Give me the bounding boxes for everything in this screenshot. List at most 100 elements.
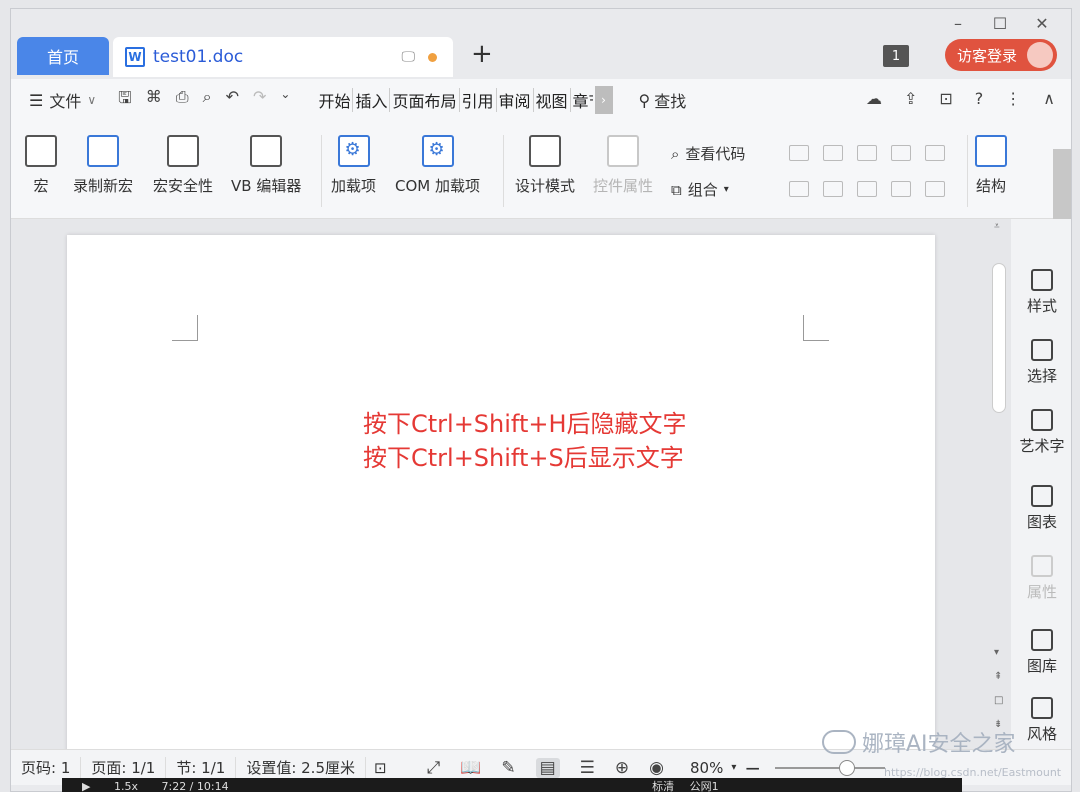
vertical-scrollbar[interactable]: ⩡ ▾ ⇞ □ ⇟ <box>989 221 1009 755</box>
player-speed[interactable]: 1.5x <box>114 780 138 792</box>
search-button[interactable]: ⚲ 查找 <box>639 88 687 112</box>
print-preview-icon[interactable]: ⌕ <box>203 87 212 114</box>
tab-insert[interactable]: 插入 <box>353 88 391 112</box>
design-mode-button[interactable]: 设计模式 <box>515 135 575 196</box>
vb-editor-button[interactable]: VB 编辑器 <box>231 135 301 196</box>
new-tab-button[interactable]: + <box>471 39 493 69</box>
collapse-ribbon-icon[interactable]: ∧ <box>1043 89 1055 108</box>
repeat-control-icon[interactable] <box>891 181 911 197</box>
play-icon[interactable]: ▶ <box>82 780 90 792</box>
read-mode-icon[interactable]: 📖 <box>460 758 481 778</box>
tab-reference[interactable]: 引用 <box>460 88 497 112</box>
prev-page-icon[interactable]: ⇞ <box>994 671 1002 682</box>
help-icon[interactable]: ? <box>975 89 984 108</box>
share-icon[interactable]: ⇪ <box>904 89 917 108</box>
document-line-1: 按下Ctrl+Shift+H后隐藏文字 <box>363 410 687 438</box>
save-icon[interactable]: 🖫 <box>118 87 132 114</box>
record-macro-button[interactable]: 录制新宏 <box>73 135 133 196</box>
list-control-icon[interactable] <box>823 181 843 197</box>
tag-icon[interactable]: ⊡ <box>939 89 952 108</box>
tab-section[interactable]: 章节 <box>571 88 593 112</box>
web-view-icon[interactable]: ⊕ <box>615 758 629 778</box>
tab-review[interactable]: 审阅 <box>497 88 534 112</box>
tab-view[interactable]: 视图 <box>534 88 571 112</box>
edit-pen-icon[interactable]: ✎ <box>501 758 515 778</box>
tab-document[interactable]: W test01.doc 🖵 <box>113 37 453 77</box>
panel-properties[interactable]: 属性 <box>1011 555 1071 602</box>
eye-protect-icon[interactable]: ◉ <box>649 758 664 778</box>
panel-wordart[interactable]: 艺术字 <box>1011 409 1071 456</box>
ribbon-scroll-handle[interactable] <box>1053 149 1071 219</box>
status-page[interactable]: 页面: 1/1 <box>81 757 167 778</box>
tab-home[interactable]: 首页 <box>17 37 109 75</box>
vb-editor-icon <box>250 135 283 167</box>
legacy-tools-icon[interactable] <box>925 181 945 197</box>
zoom-level[interactable]: 80% <box>690 759 723 777</box>
status-setting[interactable]: 设置值: 2.5厘米 <box>236 757 366 778</box>
player-source[interactable]: 公网1 <box>690 780 719 792</box>
zoom-slider[interactable] <box>775 759 886 776</box>
player-quality[interactable]: 标清 <box>652 780 674 792</box>
tab-layout[interactable]: 页面布局 <box>390 88 460 112</box>
zoom-slider-knob[interactable] <box>839 759 856 776</box>
unsaved-dot-icon <box>428 53 437 62</box>
checkbox-control-icon[interactable] <box>925 145 945 161</box>
undo-icon[interactable]: ↶ <box>226 87 239 114</box>
tab-start[interactable]: 开始 <box>316 88 354 112</box>
document-body[interactable]: 按下Ctrl+Shift+H后隐藏文字 按下Ctrl+Shift+S后显示文字 <box>363 407 687 475</box>
page-view-icon[interactable]: ▤ <box>535 757 560 778</box>
monitor-icon[interactable]: 🖵 <box>402 49 416 65</box>
panel-style[interactable]: 样式 <box>1011 269 1071 316</box>
macro-button[interactable]: 宏 <box>25 135 57 196</box>
macro-security-button[interactable]: 宏安全性 <box>153 135 213 196</box>
group-icon: ⧉ <box>671 180 682 199</box>
guest-login-button[interactable]: 访客登录 <box>945 39 1057 71</box>
document-page[interactable]: 按下Ctrl+Shift+H后隐藏文字 按下Ctrl+Shift+S后显示文字 <box>67 235 935 749</box>
window-count-badge[interactable]: 1 <box>883 45 909 67</box>
customize-icon[interactable]: ⌄ <box>280 87 290 114</box>
fullscreen-icon[interactable]: ⤢ <box>427 758 441 778</box>
file-menu[interactable]: ☰ 文件 ∨ <box>29 88 96 112</box>
menu-bar: ☰ 文件 ∨ 🖫 ⌘ ⎙ ⌕ ↶ ↷ ⌄ 开始 插入 页面布局 引用 审阅 视图… <box>11 79 1071 121</box>
menu-right-tools: ☁ ⇪ ⊡ ? ⋮ ∧ <box>866 89 1055 108</box>
chevron-down-icon[interactable]: ▾ <box>731 762 736 773</box>
panel-theme[interactable]: 风格 <box>1011 697 1071 744</box>
status-section[interactable]: 节: 1/1 <box>166 757 237 778</box>
maximize-button[interactable]: ☐ <box>979 11 1021 35</box>
building-block-icon[interactable] <box>891 145 911 161</box>
proofing-icon[interactable]: ⊡ <box>374 759 387 777</box>
panel-gallery[interactable]: 图库 <box>1011 629 1071 676</box>
addins-button[interactable]: 加载项 <box>331 135 376 196</box>
combo-control-icon[interactable] <box>789 181 809 197</box>
form-controls-row-2 <box>789 181 945 197</box>
close-button[interactable]: ✕ <box>1021 11 1063 35</box>
textbox-control-icon[interactable] <box>823 145 843 161</box>
status-page-number[interactable]: 页码: 1 <box>11 757 82 778</box>
format-painter-icon[interactable]: ⌘ <box>146 87 162 114</box>
print-icon[interactable]: ⎙ <box>176 87 189 114</box>
cloud-icon[interactable]: ☁ <box>866 89 882 108</box>
panel-style-label: 样式 <box>1026 297 1057 315</box>
scroll-down-icon[interactable]: ▾ <box>994 647 999 658</box>
zoom-out-icon[interactable]: − <box>744 756 761 780</box>
image-control-icon[interactable] <box>857 145 877 161</box>
scrollbar-thumb[interactable] <box>992 263 1006 413</box>
minimize-button[interactable]: – <box>937 11 979 35</box>
watermark-text: 娜璋AI安全之家 <box>862 732 1016 757</box>
view-code-button[interactable]: ⌕ 查看代码 <box>671 143 745 164</box>
control-properties-button[interactable]: 控件属性 <box>593 135 653 196</box>
panel-select[interactable]: 选择 <box>1011 339 1071 386</box>
more-icon[interactable]: ⋮ <box>1005 89 1021 108</box>
outline-view-icon[interactable]: ☰ <box>580 758 595 778</box>
com-addins-button[interactable]: COM 加载项 <box>395 135 480 196</box>
scroll-top-icon[interactable]: ⩡ <box>994 221 1000 232</box>
tabs-scroll-right-icon[interactable]: › <box>594 86 613 114</box>
select-browse-icon[interactable]: □ <box>994 695 1003 706</box>
structure-button[interactable]: 结构 <box>975 135 1007 196</box>
redo-icon[interactable]: ↷ <box>253 87 266 114</box>
panel-chart[interactable]: 图表 <box>1011 485 1071 532</box>
group-button[interactable]: ⧉ 组合 ▾ <box>671 179 729 200</box>
label-control-icon[interactable] <box>789 145 809 161</box>
zoom-control: 80% ▾ − <box>690 756 886 780</box>
date-control-icon[interactable] <box>857 181 877 197</box>
